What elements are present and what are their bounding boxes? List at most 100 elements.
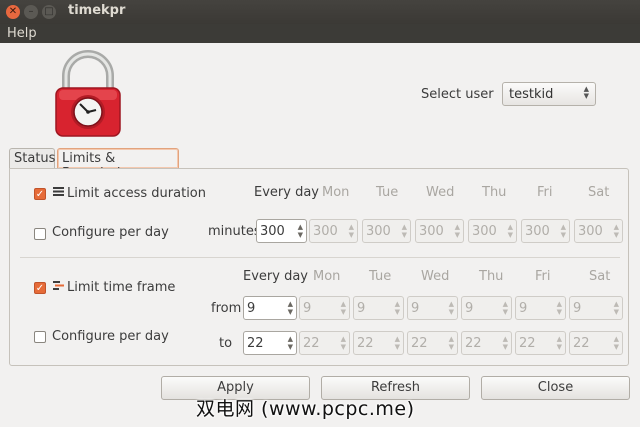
- to-tue-spinner: 22 ▲ ▼: [353, 331, 404, 355]
- timeframe-day-fri: Fri: [535, 269, 551, 284]
- spinner-arrows-icon: ▲ ▼: [613, 223, 619, 239]
- limit-access-checkbox[interactable]: ✓: [34, 188, 46, 200]
- access-day-fri: Fri: [537, 185, 553, 200]
- spinner-arrows-icon: ▲ ▼: [502, 300, 508, 316]
- spinner-arrows-icon: ▲ ▼: [613, 335, 619, 351]
- padlock-clock-icon: [55, 50, 121, 137]
- minutes-every-day-spinner[interactable]: 300 ▲ ▼: [256, 219, 307, 243]
- spinner-arrows-icon: ▲ ▼: [556, 300, 562, 316]
- spinner-value: 300: [366, 224, 391, 239]
- to-mon-spinner: 22 ▲ ▼: [299, 331, 350, 355]
- timeframe-day-wed: Wed: [421, 269, 450, 284]
- spinner-arrows-icon[interactable]: ▲ ▼: [288, 300, 293, 316]
- up-down-arrows-icon: ▲ ▼: [583, 85, 589, 100]
- from-thu-spinner: 9 ▲ ▼: [461, 296, 512, 320]
- spinner-value: 22: [247, 336, 264, 351]
- minutes-mon-spinner: 300 ▲ ▼: [309, 219, 358, 243]
- limit-access-label: Limit access duration: [67, 186, 207, 201]
- from-mon-spinner: 9 ▲ ▼: [299, 296, 350, 320]
- spinner-value: 22: [519, 336, 536, 351]
- minutes-wed-spinner: 300 ▲ ▼: [415, 219, 464, 243]
- limit-time-frame-label: Limit time frame: [67, 280, 176, 295]
- spinner-value: 300: [578, 224, 603, 239]
- limit-time-frame-checkbox[interactable]: ✓: [34, 282, 46, 294]
- spinner-arrows-icon: ▲ ▼: [613, 300, 619, 316]
- spinner-value: 300: [419, 224, 444, 239]
- minutes-label: minutes: [208, 224, 261, 239]
- access-day-sat: Sat: [588, 185, 610, 200]
- timeframe-day-thu: Thu: [479, 269, 504, 284]
- spinner-value: 22: [357, 336, 374, 351]
- spinner-arrows-icon: ▲ ▼: [394, 300, 400, 316]
- spinner-arrows-icon: ▲ ▼: [507, 223, 513, 239]
- watermark: 双电网 (www.pcpc.me): [196, 398, 415, 420]
- from-sat-spinner: 9 ▲ ▼: [569, 296, 623, 320]
- spinner-value: 300: [260, 224, 285, 239]
- access-day-thu: Thu: [482, 185, 507, 200]
- menu-help[interactable]: Help: [7, 26, 37, 41]
- spinner-value: 9: [465, 301, 474, 316]
- spinner-value: 300: [472, 224, 497, 239]
- spinner-value: 300: [525, 224, 550, 239]
- spinner-value: 9: [519, 301, 528, 316]
- time-frame-icon: [53, 281, 64, 290]
- spinner-value: 9: [357, 301, 366, 316]
- spinner-value: 300: [313, 224, 338, 239]
- to-fri-spinner: 22 ▲ ▼: [515, 331, 566, 355]
- minutes-sat-spinner: 300 ▲ ▼: [574, 219, 623, 243]
- minutes-thu-spinner: 300 ▲ ▼: [468, 219, 517, 243]
- spinner-arrows-icon: ▲ ▼: [560, 223, 566, 239]
- timeframe-day-every: Every day: [243, 269, 308, 284]
- timeframe-day-mon: Mon: [313, 269, 341, 284]
- timeframe-day-sat: Sat: [589, 269, 611, 284]
- list-icon: [53, 187, 64, 196]
- spinner-arrows-icon: ▲ ▼: [448, 335, 454, 351]
- minutes-tue-spinner: 300 ▲ ▼: [362, 219, 411, 243]
- spinner-arrows-icon[interactable]: ▲ ▼: [288, 335, 293, 351]
- window-minimize-button[interactable]: –: [24, 5, 38, 19]
- timeframe-per-day-label: Configure per day: [52, 329, 169, 344]
- spinner-arrows-icon: ▲ ▼: [556, 335, 562, 351]
- spinner-arrows-icon: ▲ ▼: [448, 300, 454, 316]
- user-select[interactable]: testkid ▲ ▼: [502, 82, 596, 106]
- spinner-arrows-icon: ▲ ▼: [394, 335, 400, 351]
- close-button[interactable]: Close: [481, 376, 630, 400]
- access-per-day-label: Configure per day: [52, 225, 169, 240]
- spinner-arrows-icon: ▲ ▼: [348, 223, 354, 239]
- spinner-arrows-icon: ▲ ▼: [340, 300, 346, 316]
- menu-bar: Help: [0, 24, 640, 43]
- access-day-mon: Mon: [322, 185, 350, 200]
- spinner-value: 22: [465, 336, 482, 351]
- from-wed-spinner: 9 ▲ ▼: [407, 296, 458, 320]
- spinner-arrows-icon: ▲ ▼: [502, 335, 508, 351]
- to-label: to: [219, 336, 233, 351]
- from-fri-spinner: 9 ▲ ▼: [515, 296, 566, 320]
- from-every-day-spinner[interactable]: 9 ▲ ▼: [243, 296, 297, 320]
- select-user-label: Select user: [421, 87, 494, 102]
- to-every-day-spinner[interactable]: 22 ▲ ▼: [243, 331, 297, 355]
- spinner-value: 9: [573, 301, 582, 316]
- spinner-arrows-icon: ▲ ▼: [454, 223, 460, 239]
- tab-status[interactable]: Status: [9, 148, 55, 168]
- to-thu-spinner: 22 ▲ ▼: [461, 331, 512, 355]
- timeframe-day-tue: Tue: [369, 269, 392, 284]
- spinner-arrows-icon: ▲ ▼: [401, 223, 407, 239]
- user-select-value: testkid: [509, 87, 554, 102]
- from-label: from: [211, 301, 242, 316]
- spinner-arrows-icon: ▲ ▼: [340, 335, 346, 351]
- access-per-day-checkbox[interactable]: [34, 228, 46, 240]
- spinner-value: 22: [573, 336, 590, 351]
- spinner-arrows-icon[interactable]: ▲ ▼: [298, 223, 303, 239]
- spinner-value: 22: [303, 336, 320, 351]
- spinner-value: 9: [247, 301, 256, 316]
- spinner-value: 22: [411, 336, 428, 351]
- access-day-tue: Tue: [376, 185, 399, 200]
- access-day-wed: Wed: [426, 185, 455, 200]
- timeframe-per-day-checkbox[interactable]: [34, 331, 46, 343]
- window-maximize-button[interactable]: □: [42, 5, 56, 19]
- section-divider: [20, 257, 620, 258]
- tab-limits-boundaries[interactable]: Limits & Boundaries: [57, 148, 179, 181]
- window-close-button[interactable]: ✕: [6, 5, 20, 19]
- title-bar: ✕ – □ timekpr: [0, 0, 640, 24]
- to-sat-spinner: 22 ▲ ▼: [569, 331, 623, 355]
